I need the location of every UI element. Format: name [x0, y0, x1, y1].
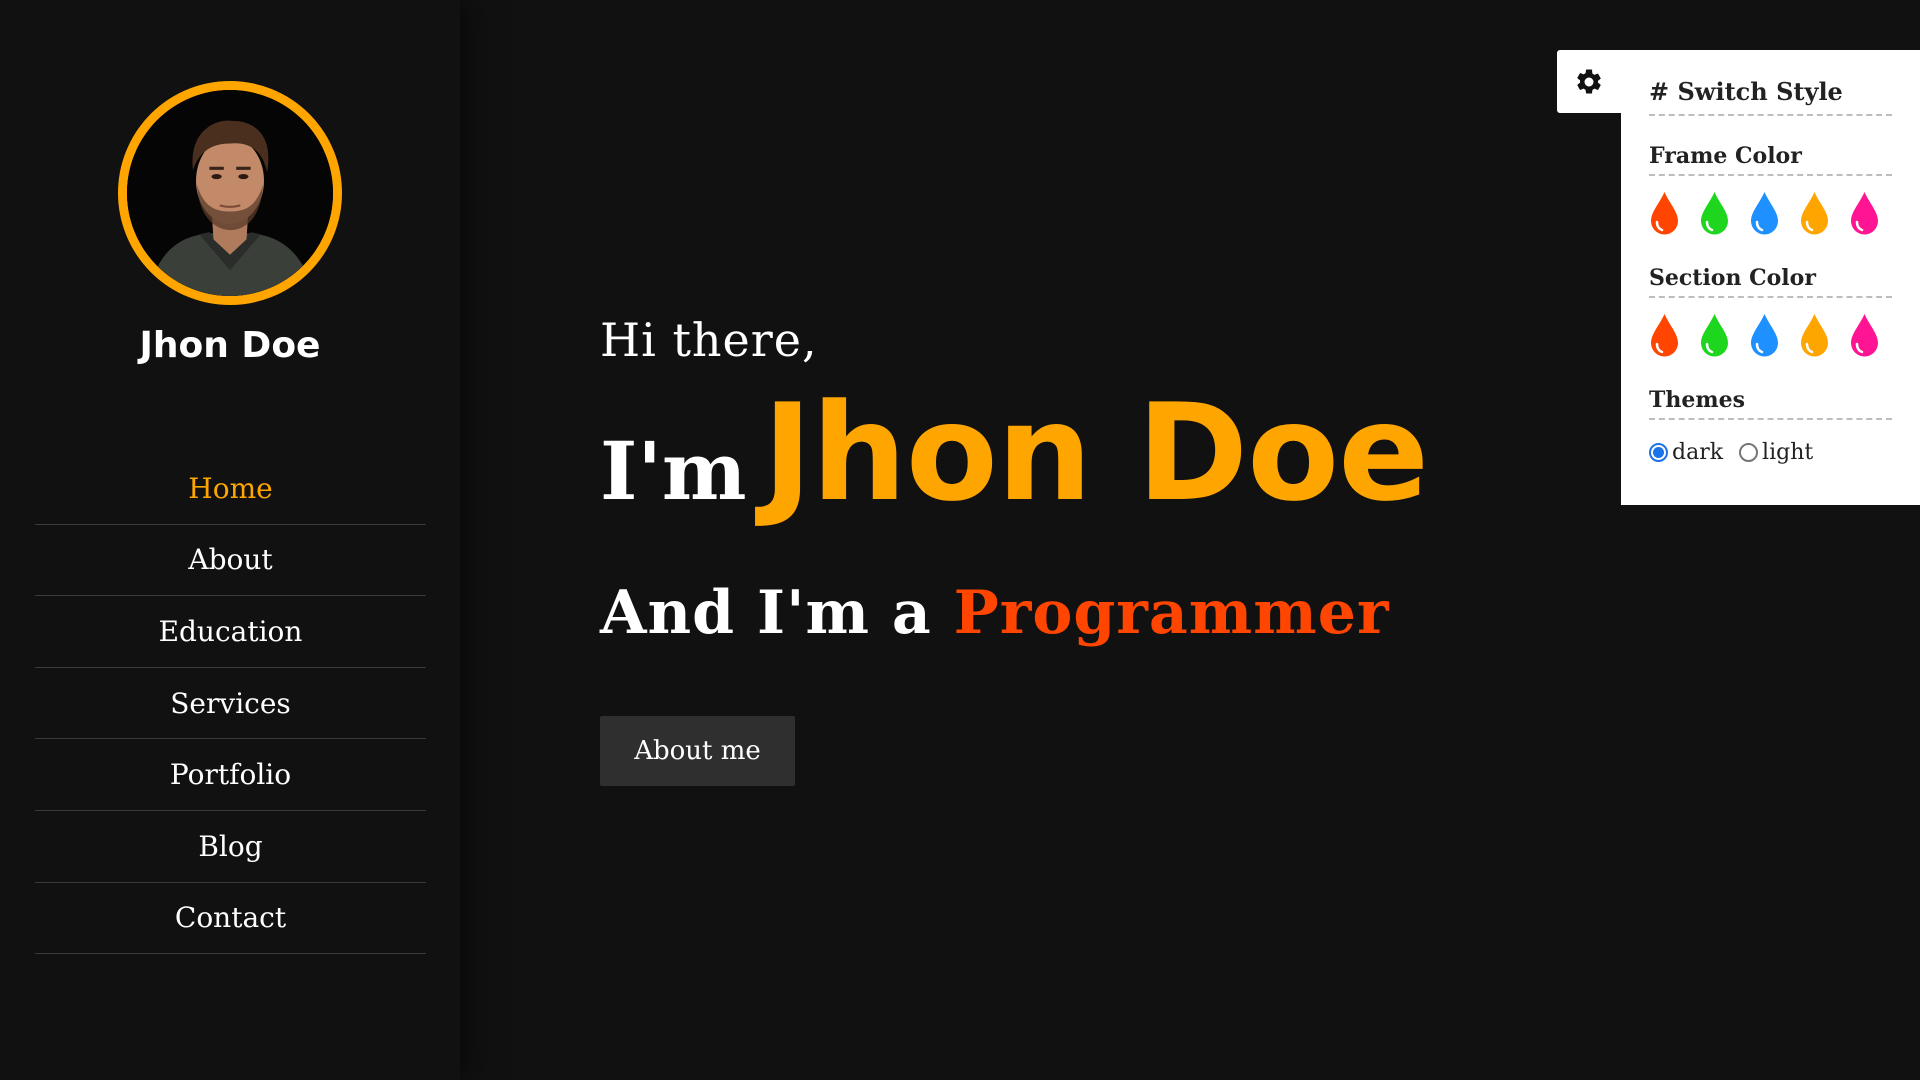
hero-intro-prefix: I'm [600, 424, 747, 518]
nav-item-services[interactable]: Services [35, 668, 426, 740]
nav-item-home[interactable]: Home [35, 453, 426, 525]
nav-item-education[interactable]: Education [35, 596, 426, 668]
section-color-heading: Section Color [1649, 265, 1892, 298]
section-color-drop-icon[interactable] [1649, 312, 1680, 358]
nav-item-contact[interactable]: Contact [35, 883, 426, 955]
nav-item-portfolio[interactable]: Portfolio [35, 739, 426, 811]
theme-options: dark light [1649, 440, 1892, 465]
hero-name: Jhon Doe [762, 375, 1430, 531]
section-color-swatches [1649, 312, 1892, 360]
hero-intro: I'm Jhon Doe [600, 375, 1430, 531]
frame-color-drop-icon[interactable] [1799, 190, 1830, 236]
nav-item-blog[interactable]: Blog [35, 811, 426, 883]
section-color-drop-icon[interactable] [1849, 312, 1880, 358]
frame-color-heading: Frame Color [1649, 143, 1892, 176]
theme-option-dark[interactable]: dark [1649, 440, 1723, 465]
switcher-title: # Switch Style [1649, 77, 1892, 116]
avatar [118, 81, 342, 305]
section-color-drop-icon[interactable] [1749, 312, 1780, 358]
theme-dark-label: dark [1672, 440, 1724, 465]
section-color-drop-icon[interactable] [1699, 312, 1730, 358]
frame-color-drop-icon[interactable] [1699, 190, 1730, 236]
frame-color-drop-icon[interactable] [1849, 190, 1880, 236]
theme-dark-radio[interactable] [1649, 443, 1668, 462]
profile-photo-icon [127, 90, 333, 296]
theme-light-label: light [1762, 440, 1814, 465]
hero-role-prefix: And I'm a [600, 578, 932, 648]
hero-role-word: Programmer [953, 578, 1390, 648]
section-color-drop-icon[interactable] [1799, 312, 1830, 358]
frame-color-drop-icon[interactable] [1649, 190, 1680, 236]
hero-greeting: Hi there, [600, 313, 818, 367]
sidebar-name: Jhon Doe [139, 325, 321, 366]
nav-item-about[interactable]: About [35, 525, 426, 597]
about-me-button[interactable]: About me [600, 716, 795, 786]
theme-light-radio[interactable] [1739, 443, 1759, 462]
gear-icon [1577, 68, 1601, 93]
style-switcher-toggle[interactable] [1557, 50, 1621, 113]
style-switcher-panel: # Switch Style Frame Color Section Color… [1621, 50, 1920, 505]
sidebar: Jhon Doe Home About Education Services P… [0, 0, 460, 1080]
themes-heading: Themes [1649, 387, 1892, 420]
frame-color-drop-icon[interactable] [1749, 190, 1780, 236]
hero-role: And I'm a Programmer [600, 578, 1390, 648]
frame-color-swatches [1649, 190, 1892, 238]
theme-option-light[interactable]: light [1739, 440, 1813, 465]
sidebar-nav: Home About Education Services Portfolio … [35, 453, 426, 955]
